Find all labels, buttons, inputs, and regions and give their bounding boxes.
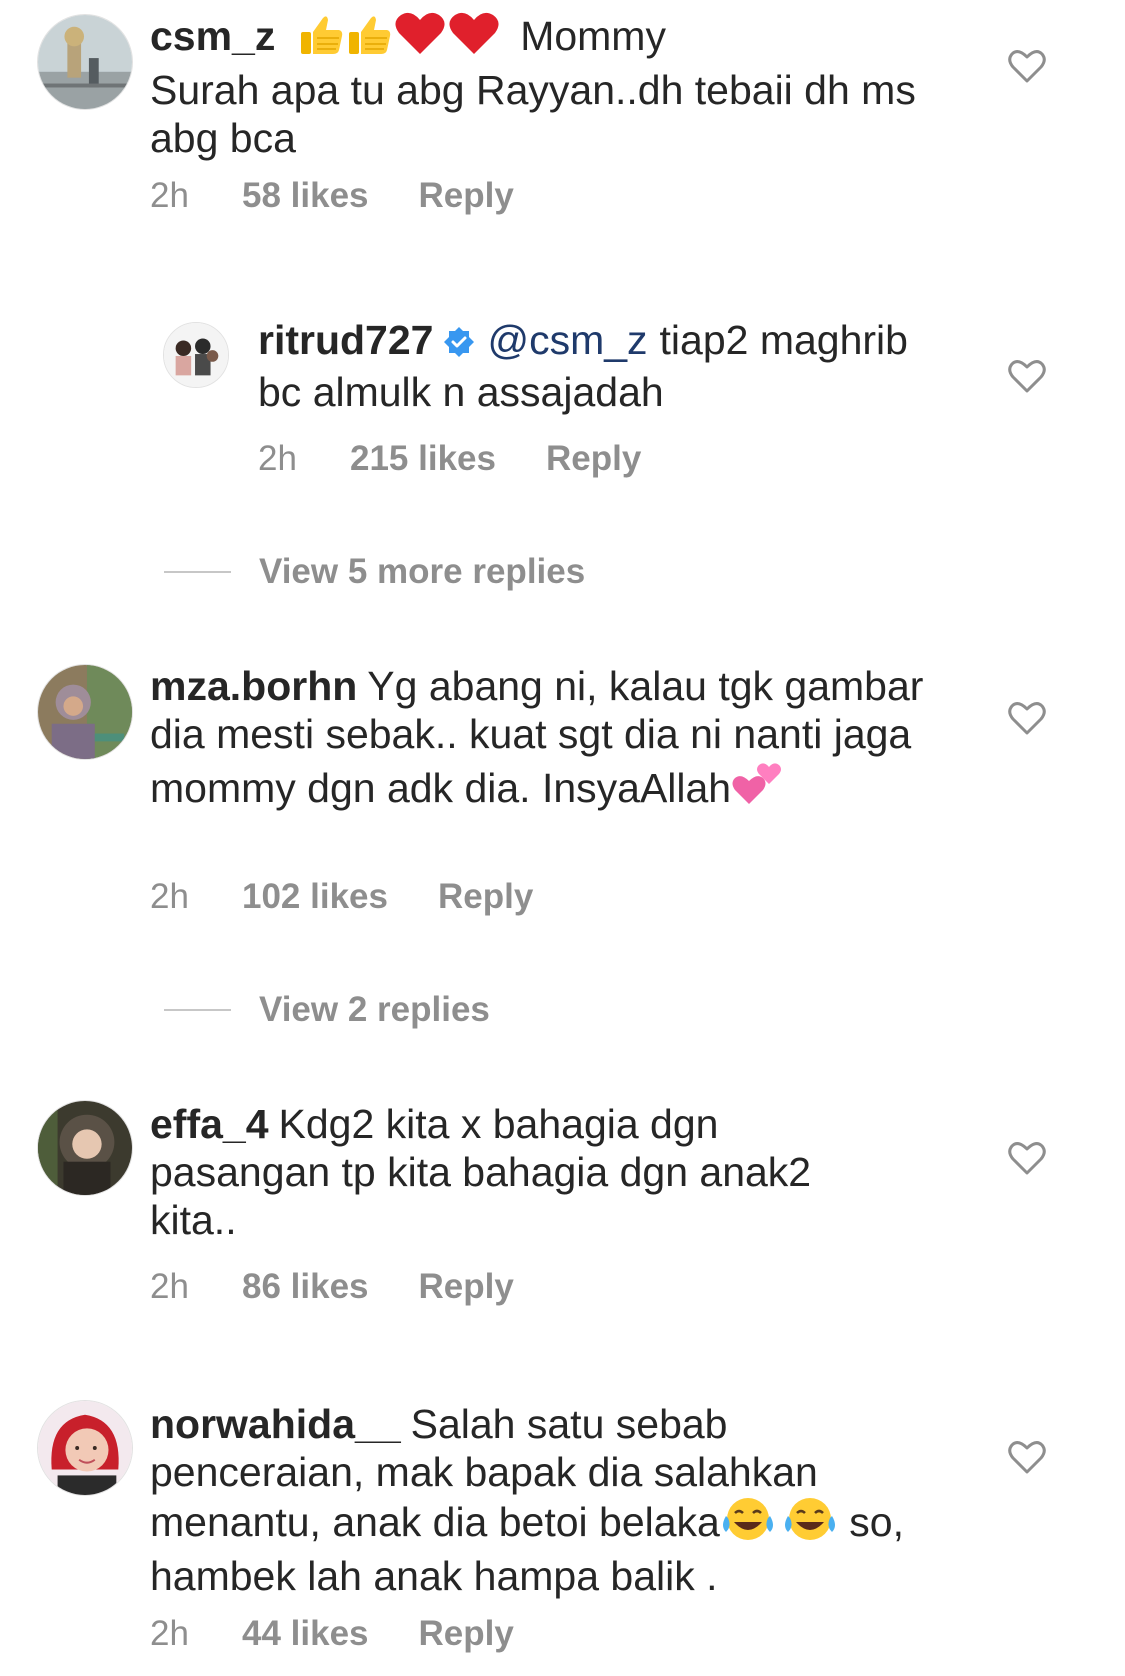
comment-likes[interactable]: 215 likes — [350, 439, 496, 479]
like-heart-icon[interactable] — [1007, 1138, 1047, 1178]
comment-meta: 2h 58 likes Reply — [150, 176, 514, 216]
red-heart-icon — [393, 10, 447, 66]
comments-thread: csm_z Mommy Surah apa tu abg Rayyan..dh … — [0, 0, 1125, 1676]
like-heart-icon[interactable] — [1007, 698, 1047, 738]
reply-button[interactable]: Reply — [546, 439, 641, 479]
view-replies-label[interactable]: View 5 more replies — [259, 552, 585, 592]
comment-username[interactable]: ritrud727 — [258, 317, 433, 363]
comment-text-line1: Mommy — [520, 13, 666, 59]
like-heart-icon[interactable] — [1007, 46, 1047, 86]
like-heart-icon[interactable] — [1007, 356, 1047, 396]
comment-meta: 2h 86 likes Reply — [150, 1267, 514, 1307]
comment-text-body: Surah apa tu abg Rayyan..dh tebaii dh ms… — [150, 67, 916, 161]
verified-badge-icon — [443, 320, 475, 368]
view-replies-button[interactable]: View 2 replies — [164, 990, 490, 1030]
comment-time: 2h — [150, 877, 189, 916]
comment-time: 2h — [258, 439, 297, 478]
comment-time: 2h — [150, 1267, 189, 1306]
divider — [164, 1009, 231, 1011]
reply-button[interactable]: Reply — [419, 1267, 514, 1307]
face-with-tears-of-joy-icon — [720, 1496, 776, 1552]
comment-meta: 2h 215 likes Reply — [258, 439, 641, 479]
comment-likes[interactable]: 44 likes — [242, 1614, 369, 1654]
comment-meta: 2h 44 likes Reply — [150, 1614, 514, 1654]
reply-button[interactable]: Reply — [419, 176, 514, 216]
comment-likes[interactable]: 86 likes — [242, 1267, 369, 1307]
comment-text: csm_z Mommy Surah apa tu abg Rayyan..dh … — [150, 10, 920, 162]
comment-likes[interactable]: 102 likes — [242, 877, 388, 917]
comment-text: norwahida__ Salah satu sebab penceraian, … — [150, 1400, 950, 1600]
comment-text: mza.borhn Yg abang ni, kalau tgk gambar d… — [150, 662, 940, 818]
reply-button[interactable]: Reply — [419, 1614, 514, 1654]
comment-text: effa_4 Kdg2 kita x bahagia dgn pasangan t… — [150, 1100, 890, 1244]
avatar[interactable] — [163, 322, 229, 388]
comment-username[interactable]: norwahida__ — [150, 1401, 401, 1447]
avatar-photo-icon — [38, 15, 132, 109]
avatar[interactable] — [37, 14, 133, 110]
thumbs-up-icon — [297, 14, 345, 66]
comment-text: ritrud727 @csm_z tiap2 maghrib bc almulk … — [258, 316, 958, 416]
avatar[interactable] — [37, 664, 133, 760]
like-heart-icon[interactable] — [1007, 1437, 1047, 1477]
two-hearts-icon — [731, 758, 783, 818]
avatar-photo-icon — [38, 1101, 132, 1195]
divider — [164, 571, 231, 573]
comment-time: 2h — [150, 176, 189, 215]
mention-link[interactable]: @csm_z — [487, 317, 647, 363]
avatar[interactable] — [37, 1400, 133, 1496]
view-more-replies-button[interactable]: View 5 more replies — [164, 552, 585, 592]
comment-likes[interactable]: 58 likes — [242, 176, 369, 216]
comment-username[interactable]: mza.borhn — [150, 663, 357, 709]
avatar-photo-icon — [38, 1401, 132, 1495]
avatar-photo-icon — [38, 665, 132, 759]
comment-meta: 2h 102 likes Reply — [150, 877, 533, 917]
comment-username[interactable]: csm_z — [150, 13, 275, 59]
avatar-photo-icon — [164, 323, 228, 387]
face-with-tears-of-joy-icon — [782, 1496, 838, 1552]
avatar[interactable] — [37, 1100, 133, 1196]
reply-button[interactable]: Reply — [438, 877, 533, 917]
comment-username[interactable]: effa_4 — [150, 1101, 269, 1147]
view-replies-label[interactable]: View 2 replies — [259, 990, 490, 1030]
red-heart-icon — [447, 10, 501, 66]
comment-time: 2h — [150, 1614, 189, 1653]
thumbs-up-icon — [345, 14, 393, 66]
